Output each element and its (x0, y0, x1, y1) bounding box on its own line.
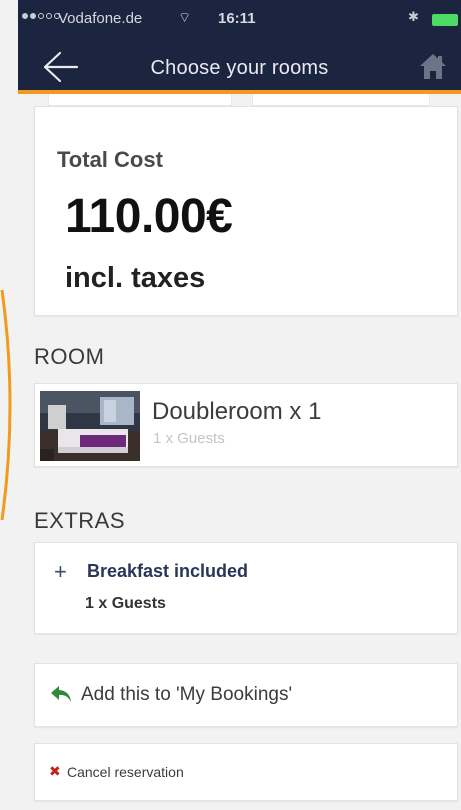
cancel-reservation-button[interactable]: ✖ Cancel reservation (34, 743, 458, 801)
total-cost-amount: 110.00€ (65, 190, 233, 243)
bluetooth-icon: ✱ (408, 9, 419, 24)
room-section-heading: ROOM (34, 344, 105, 369)
home-icon[interactable] (418, 52, 448, 80)
room-guests: 1 x Guests (153, 430, 225, 447)
cancel-reservation-label: Cancel reservation (67, 764, 184, 780)
plus-icon: + (54, 559, 67, 584)
add-to-bookings-label: Add this to 'My Bookings' (81, 684, 293, 705)
total-cost-card: Total Cost 110.00€ incl. taxes (34, 106, 458, 316)
page-title: Choose your rooms (150, 57, 329, 79)
extra-name: Breakfast included (87, 561, 249, 581)
status-time: 16:11 (218, 10, 256, 27)
previous-card-edge (48, 94, 232, 106)
battery-icon (432, 14, 458, 26)
swipe-handle[interactable] (0, 290, 20, 520)
room-thumbnail (40, 391, 140, 461)
nav-bar: Choose your rooms (18, 40, 461, 94)
room-name: Doubleroom x 1 (152, 398, 322, 425)
extras-card: + Breakfast included 1 x Guests (34, 542, 458, 634)
extras-section-heading: EXTRAS (34, 508, 126, 533)
reply-arrow-icon (51, 686, 71, 702)
taxes-note: incl. taxes (65, 262, 206, 294)
wifi-icon: ⌔ (178, 9, 192, 25)
signal-strength-icon (22, 13, 60, 19)
close-icon: ✖ (49, 763, 61, 779)
extra-guests: 1 x Guests (85, 595, 166, 612)
add-to-bookings-button[interactable]: Add this to 'My Bookings' (34, 663, 458, 727)
room-card[interactable]: Doubleroom x 1 1 x Guests (34, 383, 458, 467)
status-bar: Vodafone.de ⌔ 16:11 ✱ (18, 0, 461, 40)
carrier-name: Vodafone.de (58, 10, 143, 27)
total-cost-label: Total Cost (57, 147, 163, 172)
app-screen: Vodafone.de ⌔ 16:11 ✱ Choose your rooms … (0, 0, 461, 810)
previous-card-edge (252, 94, 430, 106)
